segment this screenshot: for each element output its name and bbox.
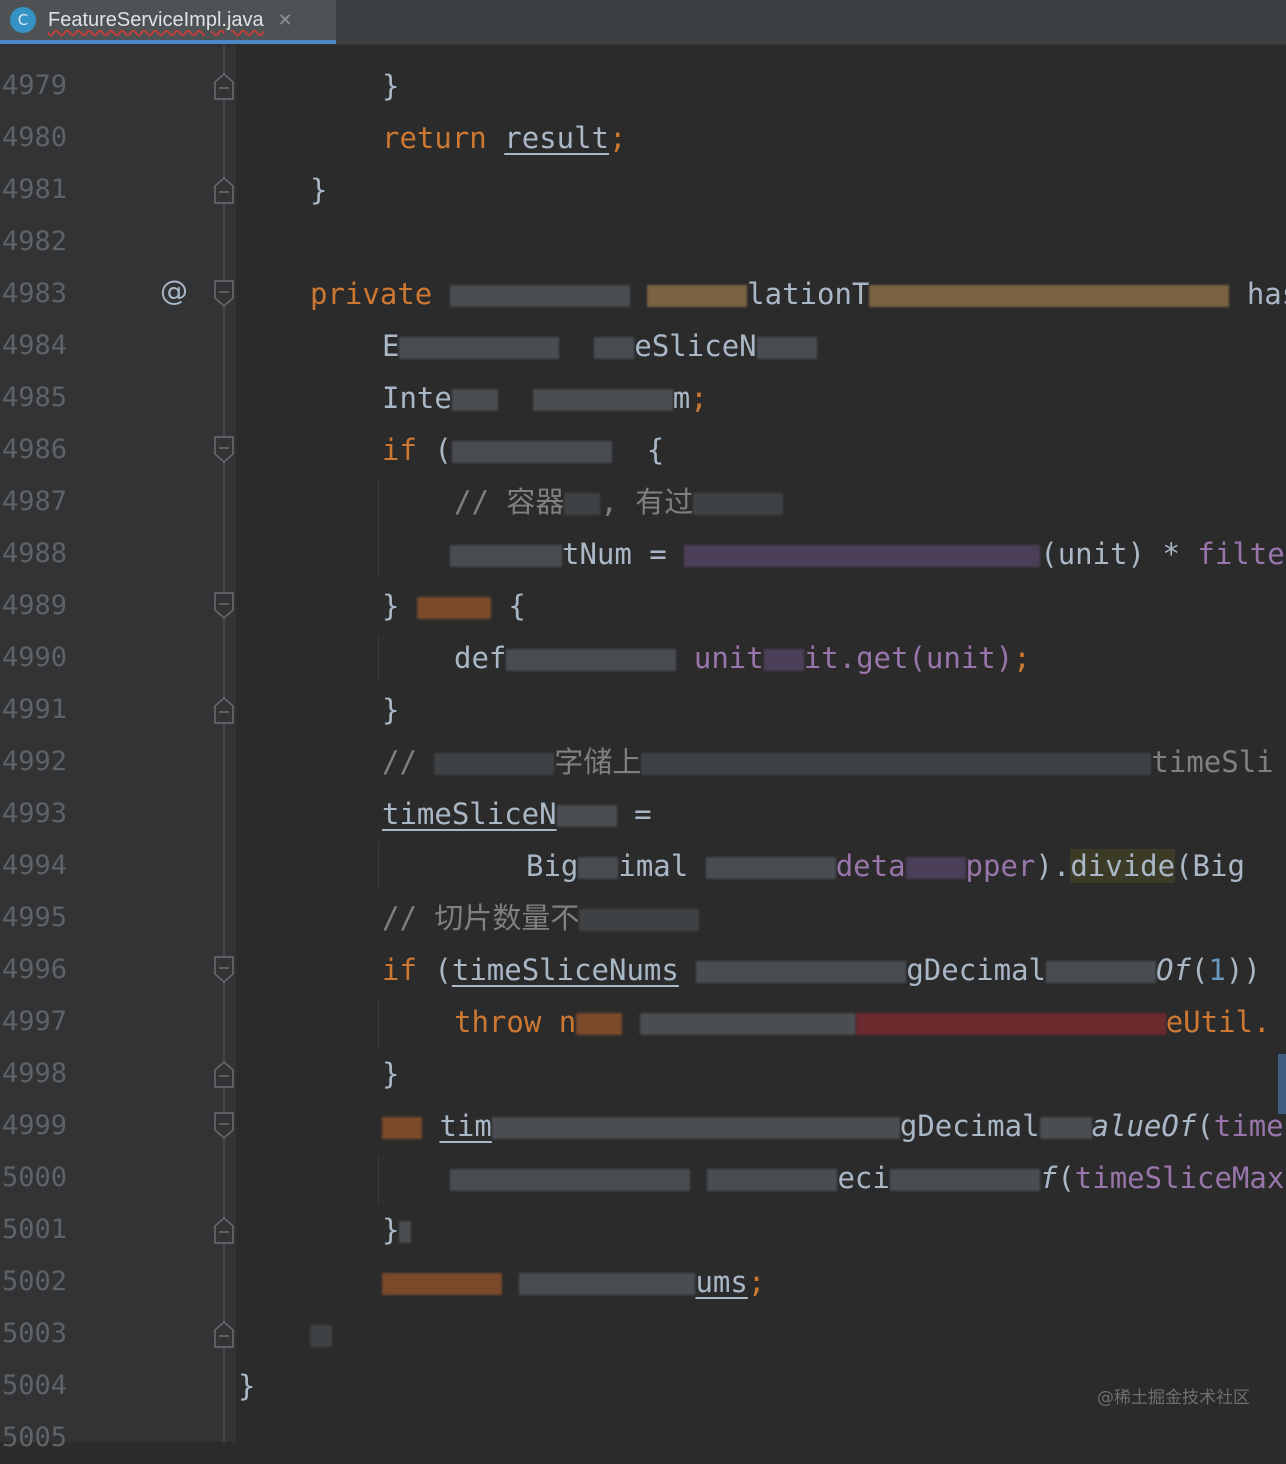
line-number: 5000 (2, 1162, 68, 1193)
line-number: 4979 (2, 70, 68, 101)
line-number: 5004 (2, 1370, 68, 1401)
fold-marker-icon[interactable] (214, 436, 234, 464)
line-number: 4988 (2, 538, 68, 569)
code-editor[interactable]: } return result; } private lationT has E… (236, 0, 1286, 1442)
code-line-4989: } { (382, 589, 526, 623)
code-line-4988: tNum = (unit) * filte (450, 528, 1285, 580)
code-line-4997: throw n eUtil. (454, 1005, 1271, 1039)
code-line-4998: } (382, 1057, 400, 1091)
line-number: 4989 (2, 590, 68, 621)
fold-marker-icon[interactable] (214, 1112, 234, 1140)
code-line-4999: tim gDecimal alueOf(time (382, 1100, 1284, 1152)
close-icon[interactable]: ✕ (278, 10, 293, 31)
line-number: 4983 (2, 278, 68, 309)
code-line-4990: def unit it.get(unit); (454, 641, 1031, 675)
code-line-5004: } (238, 1369, 256, 1403)
code-line-4993: timeSliceN = (382, 797, 652, 831)
scrollbar-marker[interactable] (1278, 1054, 1286, 1114)
line-number: 4986 (2, 434, 68, 465)
code-line-5001: } (382, 1204, 412, 1256)
code-line-4983: private lationT has (310, 277, 1286, 311)
fold-marker-icon[interactable] (214, 956, 234, 984)
line-number: 4997 (2, 1006, 68, 1037)
line-number: 5002 (2, 1266, 68, 1297)
tab-featureserviceimpl[interactable]: C FeatureServiceImpl.java ✕ (0, 0, 336, 44)
fold-marker-icon[interactable] (214, 696, 234, 724)
code-line-4984: E eSliceN (382, 320, 817, 372)
code-line-4996: if (timeSliceNums gDecimal Of(1)) (382, 953, 1261, 987)
line-number: 4984 (2, 330, 68, 361)
line-number: 4980 (2, 122, 68, 153)
code-line-4986: if ( { (382, 433, 665, 467)
watermark: @稀土掘金技术社区 (1097, 1388, 1250, 1408)
line-number: 5001 (2, 1214, 68, 1245)
code-line-5000: eci f(timeSliceMax (450, 1152, 1284, 1204)
code-line-5002: ums; (382, 1256, 765, 1308)
editor-tab-bar: C FeatureServiceImpl.java ✕ (0, 0, 1286, 45)
code-line-4991: } (382, 693, 400, 727)
code-line-4994: Big imal deta pper).divide(Big (526, 849, 1245, 883)
line-number: 4991 (2, 694, 68, 725)
override-annotation-icon[interactable]: @ (160, 274, 188, 307)
fold-marker-icon[interactable] (214, 176, 234, 204)
line-number: 4990 (2, 642, 68, 673)
java-class-icon: C (10, 7, 36, 33)
code-line-4981: } (310, 173, 328, 207)
code-line-4995: // 切片数量不 (382, 892, 700, 944)
line-number: 4993 (2, 798, 68, 829)
line-number: 4999 (2, 1110, 68, 1141)
line-number: 4994 (2, 850, 68, 881)
fold-marker-icon[interactable] (214, 280, 234, 308)
code-line-4980: return result; (382, 121, 627, 155)
line-number: 4981 (2, 174, 68, 205)
code-line-4979: } (382, 69, 400, 103)
line-number: 4996 (2, 954, 68, 985)
fold-marker-icon[interactable] (214, 592, 234, 620)
line-number: 4985 (2, 382, 68, 413)
line-number: 5005 (2, 1422, 68, 1453)
line-number: 5003 (2, 1318, 68, 1349)
code-line-5003 (310, 1308, 332, 1360)
fold-marker-icon[interactable] (214, 1060, 234, 1088)
fold-marker-icon[interactable] (214, 1320, 234, 1348)
tab-title: FeatureServiceImpl.java (48, 8, 264, 31)
code-line-4992: // 字储上 timeSli (382, 745, 1274, 779)
line-number: 4998 (2, 1058, 68, 1089)
code-line-4985: Inte m; (382, 381, 708, 415)
line-number: 4987 (2, 486, 68, 517)
fold-marker-icon[interactable] (214, 72, 234, 100)
line-number: 4995 (2, 902, 68, 933)
line-number: 4992 (2, 746, 68, 777)
fold-marker-icon[interactable] (214, 1216, 234, 1244)
code-line-4987: // 容器, 有过 (454, 476, 784, 528)
line-number: 4982 (2, 226, 68, 257)
